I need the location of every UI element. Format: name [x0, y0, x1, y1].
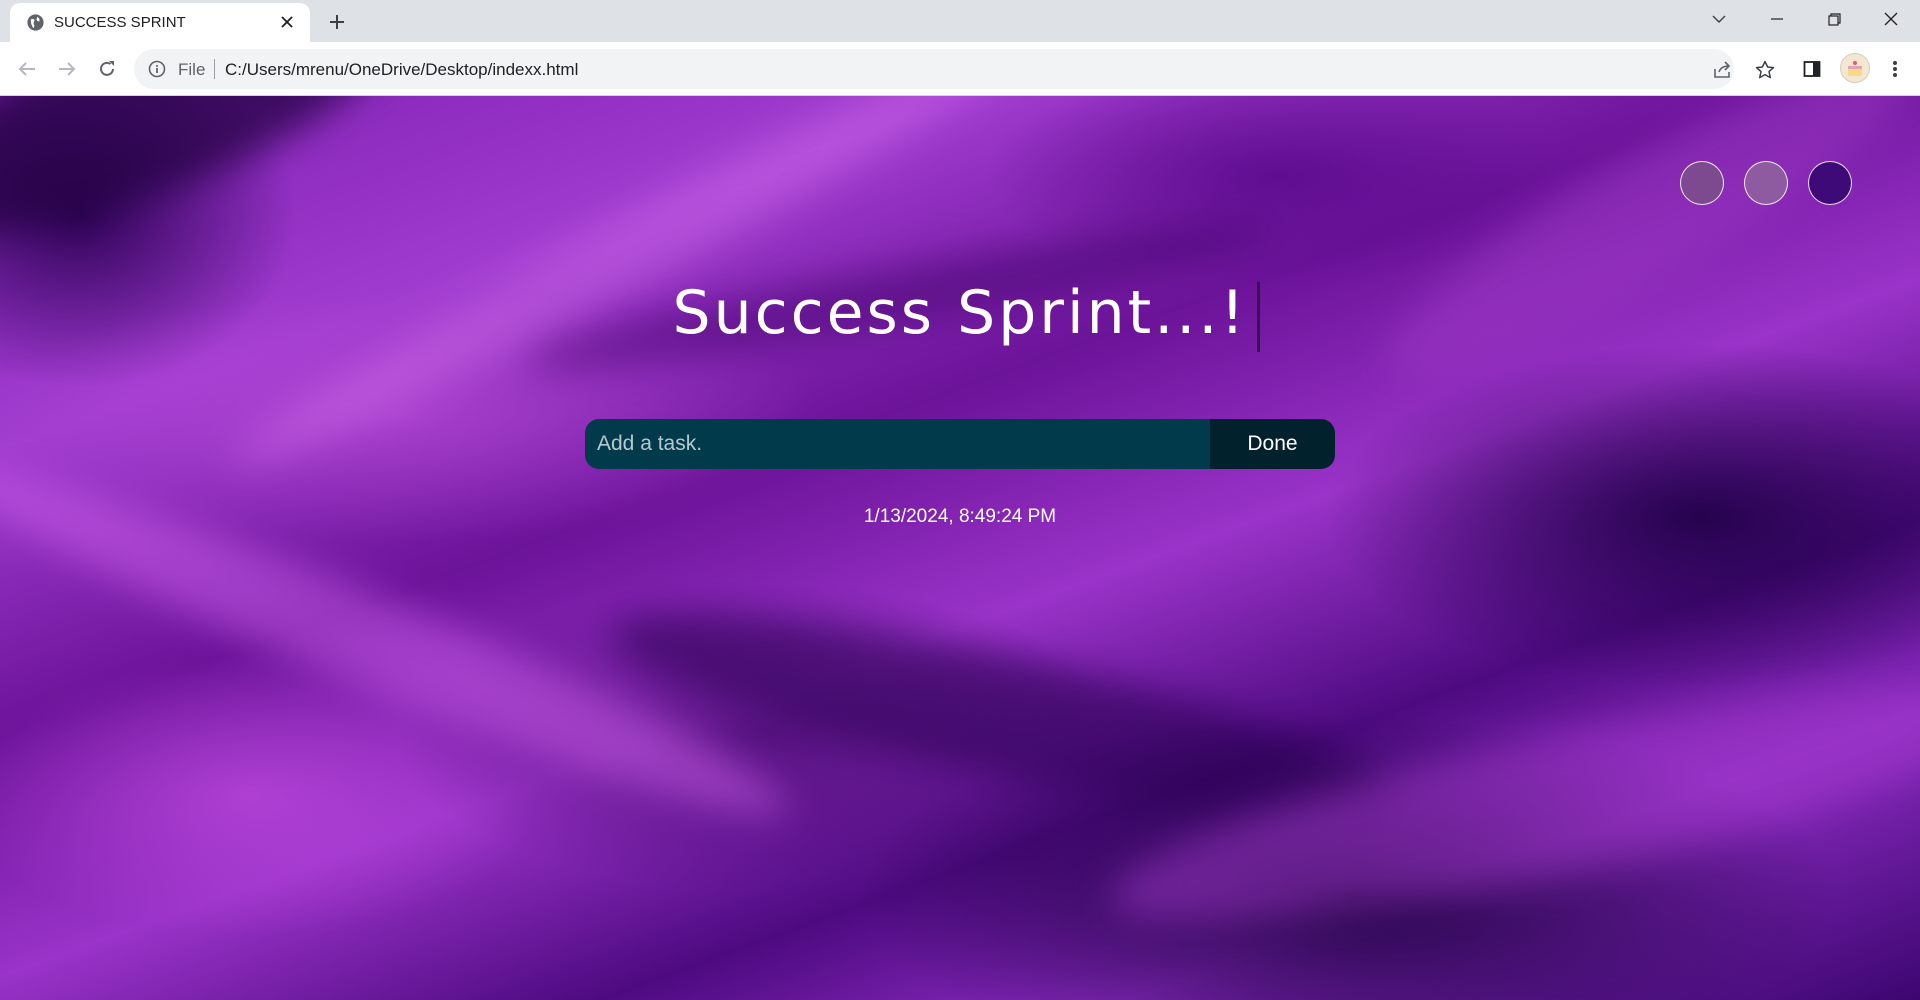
page-viewport: Success Sprint...! Done 1/13/2024, 8:49:… [0, 96, 1920, 1000]
background-fold [0, 96, 412, 281]
address-bar[interactable]: File C:/Users/mrenu/OneDrive/Desktop/ind… [134, 49, 1775, 89]
address-divider [214, 59, 215, 79]
restore-icon[interactable] [1805, 0, 1863, 38]
close-window-icon[interactable] [1862, 0, 1920, 38]
url-text[interactable]: C:/Users/mrenu/OneDrive/Desktop/indexx.h… [225, 60, 578, 80]
more-menu-icon[interactable] [1880, 54, 1910, 84]
new-tab-button[interactable] [323, 8, 351, 36]
share-icon[interactable] [1710, 57, 1736, 83]
scheme-label: File [178, 60, 206, 79]
side-panel-icon[interactable] [1797, 54, 1827, 84]
tab-strip: SUCCESS SPRINT [0, 0, 1920, 42]
bookmark-star-icon[interactable] [1752, 57, 1778, 83]
current-datetime: 1/13/2024, 8:49:24 PM [863, 506, 1057, 527]
browser-toolbar: File C:/Users/mrenu/OneDrive/Desktop/ind… [0, 42, 1920, 96]
browser-tab[interactable]: SUCCESS SPRINT [10, 3, 310, 42]
done-button[interactable]: Done [1210, 419, 1335, 469]
chevron-down-icon[interactable] [1690, 0, 1748, 38]
tab-title: SUCCESS SPRINT [54, 14, 186, 31]
page-title: Success Sprint...! [672, 278, 1248, 348]
minimize-icon[interactable] [1748, 0, 1806, 38]
forward-arrow-icon[interactable] [52, 54, 82, 84]
task-input[interactable] [585, 419, 1210, 469]
profile-avatar[interactable] [1840, 53, 1870, 83]
close-tab-icon[interactable] [276, 11, 298, 33]
background-fold [1360, 96, 1920, 418]
info-icon[interactable] [148, 60, 166, 78]
theme-dot-1[interactable] [1680, 161, 1724, 205]
theme-dot-2[interactable] [1744, 161, 1788, 205]
back-arrow-icon[interactable] [12, 54, 42, 84]
reload-icon[interactable] [92, 54, 122, 84]
task-form: Done [585, 419, 1335, 469]
theme-dot-3[interactable] [1808, 161, 1852, 205]
globe-icon [26, 13, 45, 32]
typing-cursor [1257, 282, 1260, 352]
